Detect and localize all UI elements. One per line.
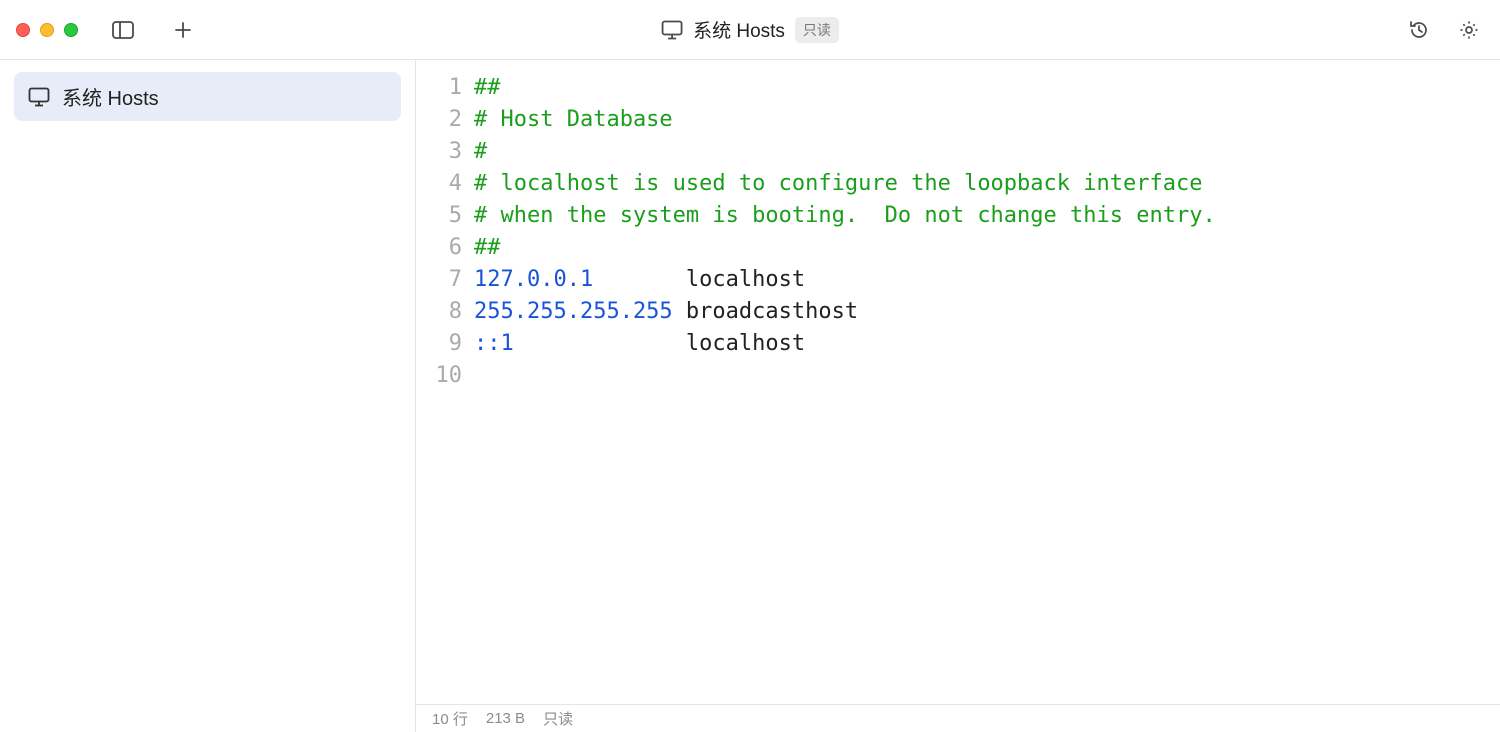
token-comment: # when the system is booting. Do not cha… bbox=[474, 203, 1216, 228]
window-minimize-button[interactable] bbox=[40, 23, 54, 37]
token-comment: # Host Database bbox=[474, 107, 673, 132]
window-title: 系统 Hosts bbox=[693, 16, 785, 43]
token-comment: # localhost is used to configure the loo… bbox=[474, 171, 1202, 196]
token-ip: 127.0.0.1 bbox=[474, 267, 593, 292]
code-content[interactable]: ## # Host Database # # localhost is used to… bbox=[474, 72, 1500, 704]
token-host: localhost bbox=[514, 331, 805, 356]
status-line-count: 10 行 bbox=[432, 708, 468, 729]
main: 系统 Hosts 12345678910 ### Host Database##… bbox=[0, 60, 1500, 732]
status-file-size: 213 B bbox=[486, 710, 525, 727]
readonly-badge: 只读 bbox=[795, 17, 839, 43]
token-ip: ::1 bbox=[474, 331, 514, 356]
code-line: 255.255.255.255 broadcasthost bbox=[474, 296, 1500, 328]
history-icon bbox=[1409, 20, 1429, 40]
code-line: ::1 localhost bbox=[474, 328, 1500, 360]
line-number: 7 bbox=[416, 264, 474, 296]
code-line: # Host Database bbox=[474, 104, 1500, 136]
line-number: 3 bbox=[416, 136, 474, 168]
code-line: # localhost is used to configure the loo… bbox=[474, 168, 1500, 200]
line-number: 10 bbox=[416, 360, 474, 392]
titlebar: 系统 Hosts 只读 bbox=[0, 0, 1500, 60]
line-number: 2 bbox=[416, 104, 474, 136]
monitor-icon bbox=[28, 87, 50, 107]
history-button[interactable] bbox=[1404, 15, 1434, 45]
line-number: 5 bbox=[416, 200, 474, 232]
window-maximize-button[interactable] bbox=[64, 23, 78, 37]
add-button[interactable] bbox=[168, 15, 198, 45]
gear-icon bbox=[1459, 20, 1479, 40]
statusbar: 10 行 213 B 只读 bbox=[416, 704, 1500, 732]
editor[interactable]: 12345678910 ### Host Database## localhos… bbox=[416, 60, 1500, 704]
plus-icon bbox=[174, 21, 192, 39]
token-host: localhost bbox=[593, 267, 805, 292]
monitor-icon bbox=[661, 20, 683, 40]
toolbar-left bbox=[108, 15, 198, 45]
code-line: # bbox=[474, 136, 1500, 168]
settings-button[interactable] bbox=[1454, 15, 1484, 45]
sidebar: 系统 Hosts bbox=[0, 60, 416, 732]
code-line: 127.0.0.1 localhost bbox=[474, 264, 1500, 296]
token-host: broadcasthost bbox=[673, 299, 858, 324]
line-number: 9 bbox=[416, 328, 474, 360]
code-line: ## bbox=[474, 72, 1500, 104]
title-center: 系统 Hosts 只读 bbox=[661, 16, 839, 43]
token-comment: ## bbox=[474, 235, 501, 260]
token-comment: ## bbox=[474, 75, 501, 100]
editor-pane: 12345678910 ### Host Database## localhos… bbox=[416, 60, 1500, 732]
line-number-gutter: 12345678910 bbox=[416, 72, 474, 704]
traffic-lights bbox=[16, 23, 78, 37]
code-line: ## bbox=[474, 232, 1500, 264]
sidebar-toggle-icon bbox=[112, 21, 134, 39]
line-number: 4 bbox=[416, 168, 474, 200]
sidebar-item-system-hosts[interactable]: 系统 Hosts bbox=[14, 72, 401, 121]
line-number: 6 bbox=[416, 232, 474, 264]
toolbar-right bbox=[1404, 15, 1484, 45]
sidebar-item-label: 系统 Hosts bbox=[62, 82, 159, 111]
window-close-button[interactable] bbox=[16, 23, 30, 37]
token-comment: # bbox=[474, 139, 487, 164]
line-number: 1 bbox=[416, 72, 474, 104]
code-line bbox=[474, 360, 1500, 392]
token-ip: 255.255.255.255 bbox=[474, 299, 673, 324]
line-number: 8 bbox=[416, 296, 474, 328]
status-mode: 只读 bbox=[543, 708, 573, 729]
code-line: # when the system is booting. Do not cha… bbox=[474, 200, 1500, 232]
toggle-sidebar-button[interactable] bbox=[108, 15, 138, 45]
